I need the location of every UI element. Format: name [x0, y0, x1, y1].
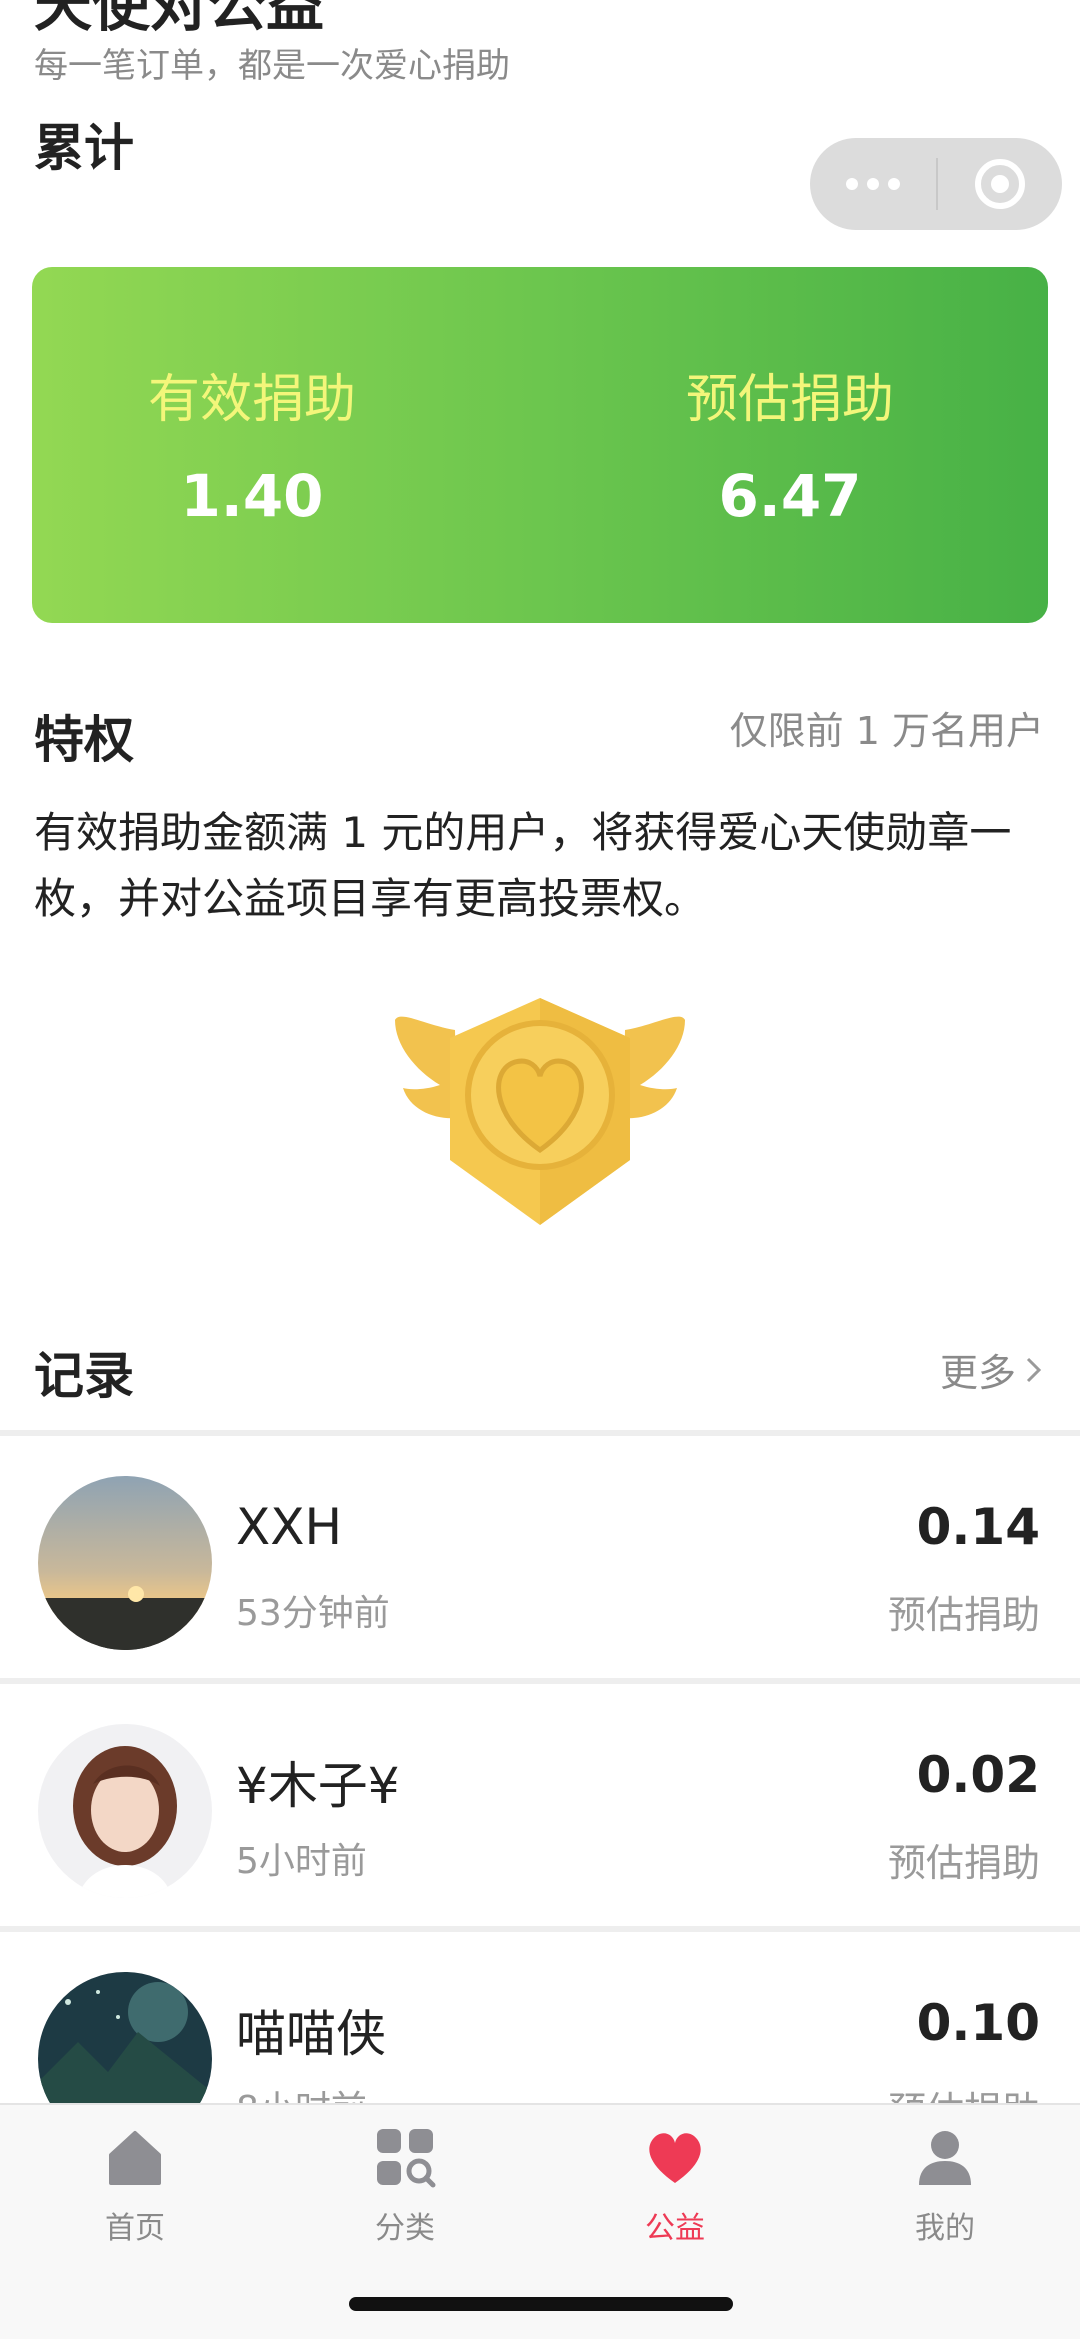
privilege-note: 仅限前 1 万名用户: [729, 709, 1044, 753]
tab-home[interactable]: 首页: [35, 2125, 235, 2247]
record-amount: 0.10: [916, 1994, 1040, 2052]
record-type: 预估捐助: [887, 1593, 1040, 1637]
page-subtitle: 每一笔订单，都是一次爱心捐助: [34, 46, 510, 86]
record-type: 预估捐助: [887, 1841, 1040, 1885]
tab-label: 我的: [915, 2211, 975, 2246]
effective-donation-value: 1.40: [180, 462, 324, 530]
tab-label: 公益: [645, 2211, 705, 2246]
angel-heart-badge-icon: [395, 998, 685, 1225]
tab-charity[interactable]: 公益: [575, 2125, 775, 2247]
tab-label: 首页: [105, 2211, 165, 2246]
miniprogram-capsule: [810, 138, 1062, 230]
avatar: [38, 1476, 212, 1650]
tab-category[interactable]: 分类: [305, 2125, 505, 2247]
record-item[interactable]: ¥木子¥ 5小时前 0.02 预估捐助: [0, 1684, 1080, 1926]
chevron-right-icon: [1026, 1357, 1042, 1382]
heart-icon: [649, 2133, 701, 2183]
records-more-link[interactable]: 更多: [940, 1342, 1044, 1397]
avatar: [38, 1724, 212, 1898]
estimated-donation: 预估捐助 6.47: [580, 357, 1000, 530]
record-amount: 0.14: [916, 1498, 1040, 1556]
home-icon: [109, 2131, 161, 2185]
record-item[interactable]: XXH 53分钟前 0.14 预估捐助: [0, 1436, 1080, 1678]
donation-summary-card: 有效捐助 1.40 预估捐助 6.47: [32, 267, 1048, 623]
tab-mine[interactable]: 我的: [845, 2125, 1045, 2247]
records-list: XXH 53分钟前 0.14 预估捐助 ¥木子¥ 5小时前 0.02 预估捐助 …: [0, 1430, 1080, 2174]
privilege-title: 特权: [34, 711, 134, 769]
target-icon[interactable]: [938, 159, 1062, 209]
home-indicator: [349, 2297, 733, 2311]
summary-title: 累计: [34, 119, 134, 177]
estimated-donation-value: 6.47: [718, 462, 862, 530]
more-label: 更多: [939, 1351, 1016, 1395]
record-amount: 0.02: [916, 1746, 1040, 1804]
privilege-description: 有效捐助金额满 1 元的用户，将获得爱心天使勋章一枚，并对公益项目享有更高投票权…: [34, 808, 1012, 923]
record-time: 53分钟前: [236, 1593, 390, 1634]
user-icon: [919, 2131, 971, 2185]
record-name: XXH: [236, 1498, 343, 1556]
record-name: ¥木子¥: [236, 1757, 400, 1815]
page-title: 天使对公益: [34, 0, 325, 39]
more-dots-icon[interactable]: [810, 178, 936, 190]
record-time: 5小时前: [236, 1841, 367, 1882]
record-name: 喵喵侠: [236, 2005, 386, 2063]
effective-donation-label: 有效捐助: [147, 370, 356, 430]
effective-donation: 有效捐助 1.40: [42, 357, 462, 530]
category-icon: [377, 2129, 436, 2188]
records-title: 记录: [34, 1347, 134, 1405]
tab-label: 分类: [375, 2211, 435, 2246]
estimated-donation-label: 预估捐助: [685, 370, 894, 430]
